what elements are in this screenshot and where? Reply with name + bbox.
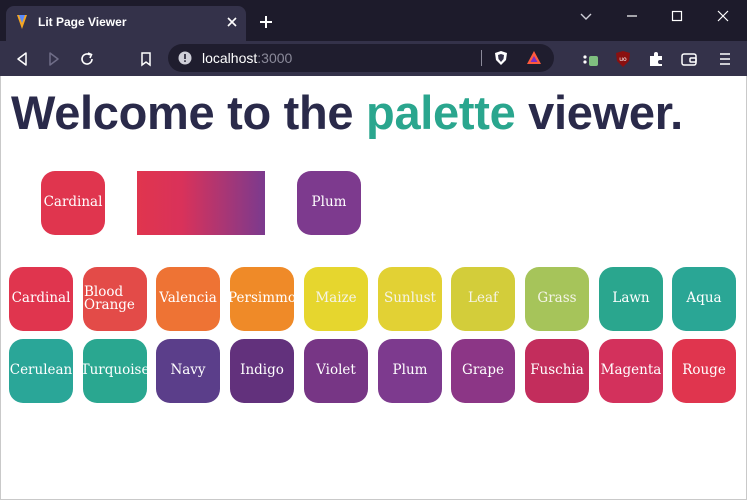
swatch-label: Violet: [316, 362, 356, 379]
tab-title: Lit Page Viewer: [38, 15, 127, 29]
palette-swatch-fuschia[interactable]: Fuschia: [525, 339, 589, 403]
palette-swatch-sunlust[interactable]: Sunlust: [378, 267, 442, 331]
palette-swatch-navy[interactable]: Navy: [156, 339, 220, 403]
palette-swatch-indigo[interactable]: Indigo: [230, 339, 294, 403]
palette-swatch-plum[interactable]: Plum: [378, 339, 442, 403]
brave-rewards-icon[interactable]: [526, 50, 542, 66]
swatch-label: Maize: [315, 290, 357, 307]
reload-icon[interactable]: [78, 50, 96, 68]
swatch-label: Cardinal: [11, 290, 71, 307]
browser-tab[interactable]: Lit Page Viewer: [6, 6, 246, 41]
swatch-label: Cerulean: [9, 362, 73, 379]
palette-swatch-violet[interactable]: Violet: [304, 339, 368, 403]
url-port: :3000: [257, 50, 293, 66]
swatch-label: Persimmo: [230, 290, 294, 307]
maximize-icon[interactable]: [669, 8, 685, 24]
swatch-label: Cardinal: [43, 194, 103, 211]
palette-swatch-grape[interactable]: Grape: [451, 339, 515, 403]
close-window-icon[interactable]: [715, 8, 731, 24]
address-bar-divider: [481, 50, 482, 66]
swatch-label: Sunlust: [383, 290, 436, 307]
swatch-label: Blood Orange: [84, 283, 135, 313]
browser-titlebar: Lit Page Viewer: [0, 0, 747, 41]
swatch-label: Magenta: [600, 362, 662, 379]
title-suffix: viewer.: [515, 86, 683, 139]
swatch-label: Valencia: [159, 290, 217, 307]
palette-swatch-grass[interactable]: Grass: [525, 267, 589, 331]
palette-swatch-lawn[interactable]: Lawn: [599, 267, 663, 331]
close-tab-icon[interactable]: [225, 15, 239, 29]
palette-swatch-turquoise[interactable]: Turquoise: [83, 339, 147, 403]
extensions-puzzle-icon[interactable]: [647, 50, 665, 68]
palette-swatch-blood-orange[interactable]: Blood Orange: [83, 267, 147, 331]
url-host: localhost: [202, 50, 258, 66]
palette-swatch-magenta[interactable]: Magenta: [599, 339, 663, 403]
ublock-origin-icon[interactable]: uo: [614, 50, 632, 68]
page-title: Welcome to the palette viewer.: [11, 85, 683, 140]
swatch-label: Rouge: [682, 362, 726, 379]
palette-swatch-rouge[interactable]: Rouge: [672, 339, 736, 403]
swatch-label: Grass: [537, 290, 577, 307]
swatch-label: Leaf: [468, 290, 498, 307]
swatch-label: Indigo: [240, 362, 284, 379]
forward-icon[interactable]: [45, 50, 63, 68]
title-prefix: Welcome to the: [11, 86, 367, 139]
url-text: localhost:3000: [202, 50, 292, 66]
palette-swatch-leaf[interactable]: Leaf: [451, 267, 515, 331]
bookmark-icon[interactable]: [137, 50, 155, 68]
site-info-icon[interactable]: [178, 51, 192, 65]
swatch-label: Navy: [170, 362, 206, 379]
minimize-icon[interactable]: [624, 8, 640, 24]
featured-swatch-plum[interactable]: Plum: [297, 171, 361, 235]
swatch-label: Fuschia: [530, 362, 584, 379]
palette-swatch-valencia[interactable]: Valencia: [156, 267, 220, 331]
brave-shields-icon[interactable]: [493, 50, 509, 66]
featured-gradient-swatch[interactable]: [137, 171, 265, 235]
wallet-icon[interactable]: [680, 50, 698, 68]
palette-swatch-persimmo[interactable]: Persimmo: [230, 267, 294, 331]
swatch-label: Grape: [462, 362, 504, 379]
tab-search-chevron-icon[interactable]: [578, 8, 594, 24]
address-bar[interactable]: localhost:3000: [168, 44, 554, 72]
svg-text:uo: uo: [619, 56, 627, 63]
menu-icon[interactable]: [716, 50, 734, 68]
swatch-label: Turquoise: [83, 362, 147, 379]
extension-badge-icon[interactable]: [581, 50, 599, 68]
swatch-label: Plum: [392, 362, 428, 379]
new-tab-icon[interactable]: [258, 14, 274, 30]
palette-swatch-cardinal[interactable]: Cardinal: [9, 267, 73, 331]
back-icon[interactable]: [13, 50, 31, 68]
title-accent: palette: [366, 86, 516, 139]
swatch-label: Plum: [311, 194, 347, 211]
swatch-label: Lawn: [612, 290, 650, 307]
palette-swatch-cerulean[interactable]: Cerulean: [9, 339, 73, 403]
swatch-label: Aqua: [686, 290, 722, 307]
featured-swatch-cardinal[interactable]: Cardinal: [41, 171, 105, 235]
palette-swatch-maize[interactable]: Maize: [304, 267, 368, 331]
palette-swatch-aqua[interactable]: Aqua: [672, 267, 736, 331]
lit-logo-icon: [17, 15, 27, 29]
browser-toolbar: localhost:3000 uo: [0, 41, 747, 76]
